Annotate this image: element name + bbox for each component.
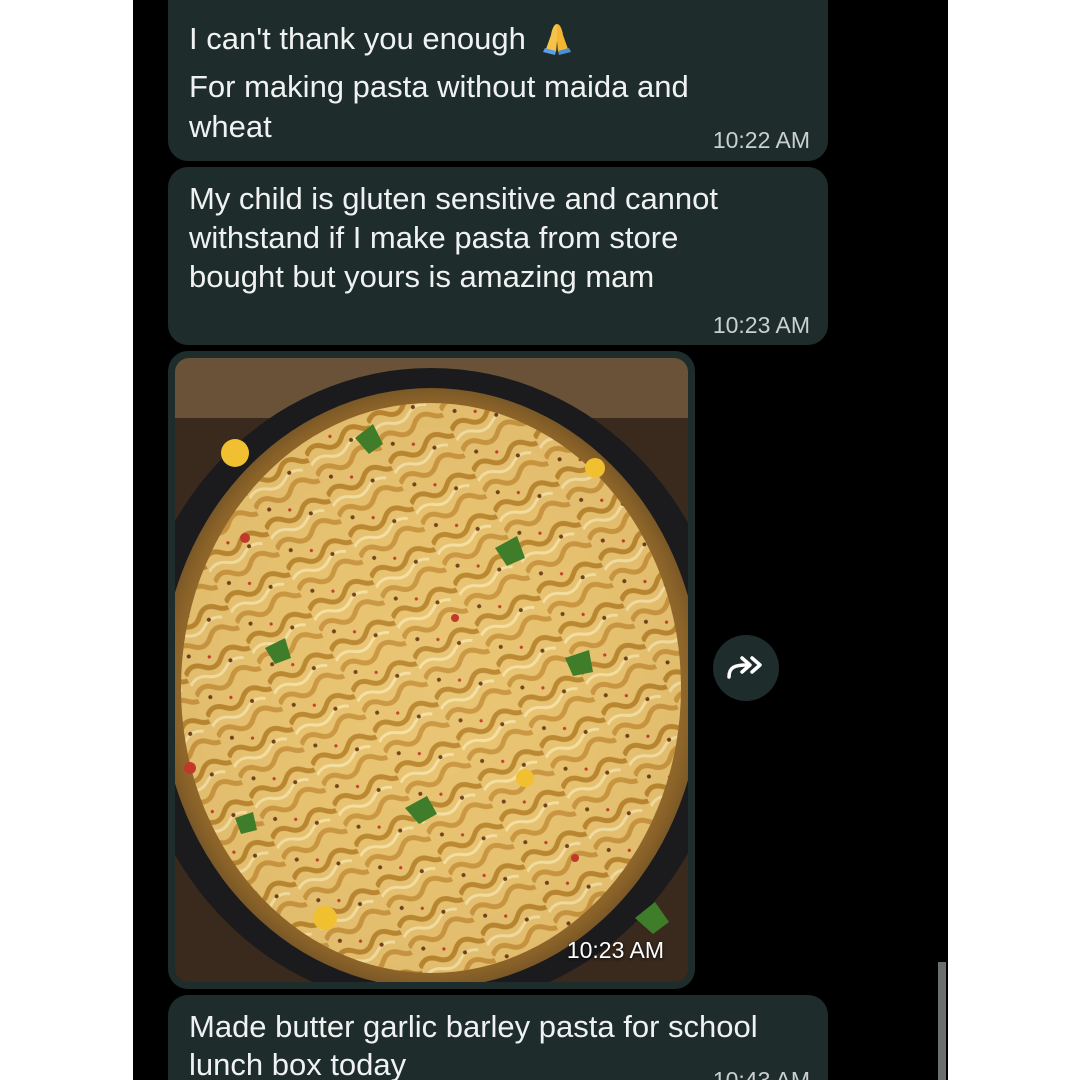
pasta-photo[interactable]: 10:23 AM [175,358,688,982]
image-message-bubble[interactable]: 10:23 AM [168,351,695,989]
chat-screen: I can't thank you enough For making past… [133,0,948,1080]
forward-button[interactable] [713,635,779,701]
message-line: Made butter garlic barley pasta for scho… [189,1009,758,1044]
scrollbar[interactable] [938,962,946,1080]
message-line: For making pasta without maida and [189,69,689,104]
message-line: wheat [189,109,272,144]
message-bubble[interactable]: My child is gluten sensitive and cannot … [168,167,828,345]
message-timestamp: 10:43 AM [712,1067,810,1080]
message-timestamp: 10:22 AM [712,127,810,153]
message-line: bought but yours is amazing mam [189,259,655,294]
message-bubble[interactable]: Made butter garlic barley pasta for scho… [168,995,828,1080]
folded-hands-icon [542,24,571,55]
message-line: I can't thank you enough [189,19,574,59]
message-line: withstand if I make pasta from store [189,220,679,255]
message-timestamp: 10:23 AM [712,312,810,338]
message-line: lunch box today [189,1047,407,1080]
image-timestamp: 10:23 AM [566,937,664,963]
message-line: My child is gluten sensitive and cannot [189,181,719,216]
message-bubble[interactable]: I can't thank you enough For making past… [168,0,828,161]
forward-arrow-icon [727,656,762,679]
